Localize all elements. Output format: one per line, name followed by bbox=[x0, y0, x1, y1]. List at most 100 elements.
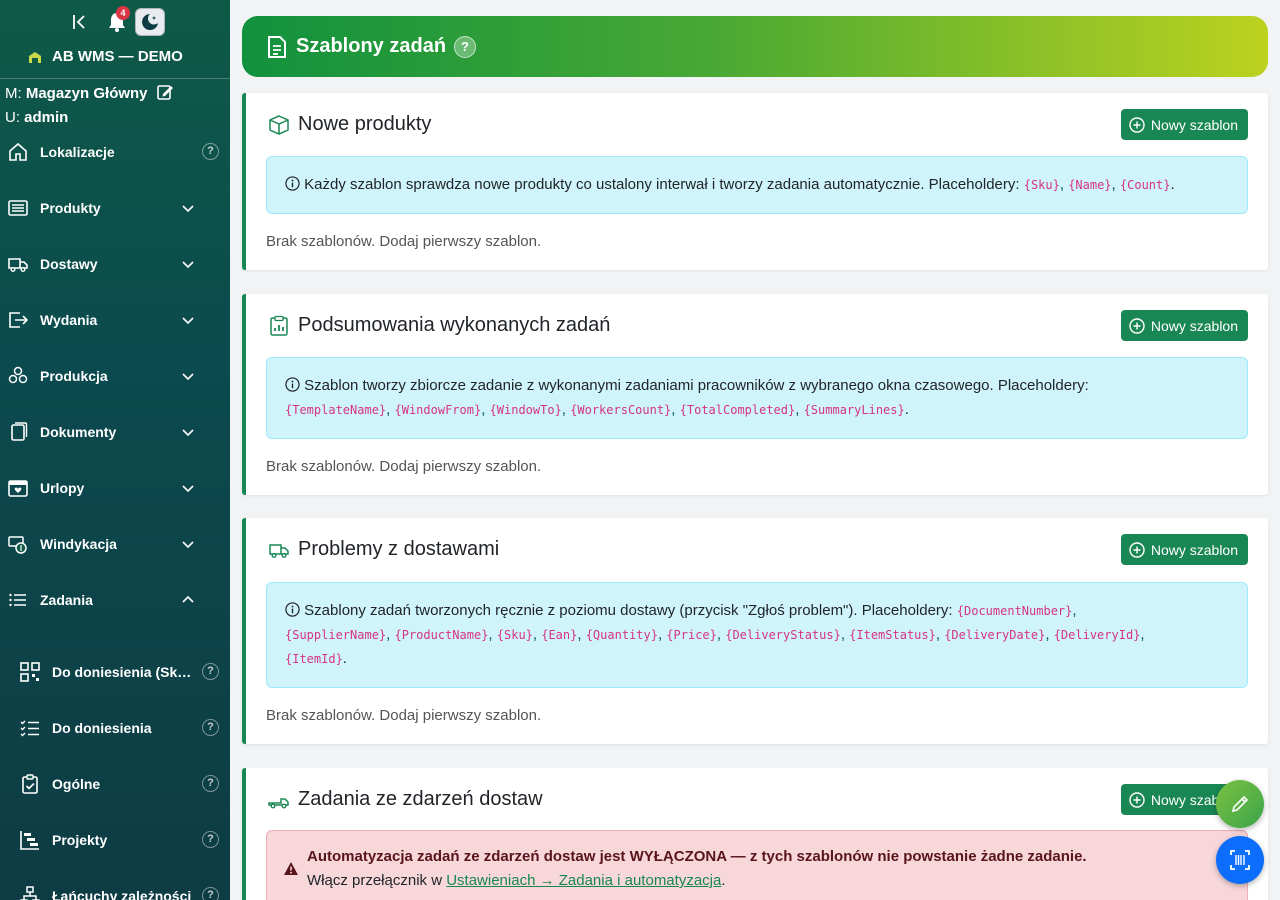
truck-flatbed-icon bbox=[268, 797, 289, 808]
alert-suffix: . bbox=[721, 872, 726, 889]
sidebar-item-label: Urlopy bbox=[40, 480, 85, 496]
help-icon[interactable]: ? bbox=[202, 775, 219, 792]
placeholder-code: {WindowFrom} bbox=[394, 403, 482, 417]
info-alert: Szablony zadań tworzonych ręcznie z pozi… bbox=[266, 582, 1248, 688]
card-problemy-z-dostawami: Problemy z dostawami Nowy szablon Szablo… bbox=[242, 518, 1268, 744]
new-template-button-label: Nowy szablon bbox=[1150, 317, 1238, 334]
settings-link[interactable]: Ustawieniach → Zadania i automatyzacja bbox=[446, 872, 721, 889]
new-template-button[interactable]: Nowy szablon bbox=[1120, 534, 1248, 565]
card-title: Zadania ze zdarzeń dostaw bbox=[268, 788, 543, 811]
card-zadania-ze-zdarzen-dostaw: Zadania ze zdarzeń dostaw Nowy szablon A… bbox=[242, 768, 1268, 900]
cash-coin-icon bbox=[8, 536, 27, 554]
boxes-icon bbox=[8, 366, 28, 384]
empty-state-text: Brak szablonów. Dodaj pierwszy szablon. bbox=[266, 707, 542, 724]
sidebar-item-label: Produkty bbox=[40, 200, 101, 216]
plus-circle-icon bbox=[1129, 116, 1145, 133]
card-title: Nowe produkty bbox=[268, 113, 431, 136]
placeholder-code: {DeliveryId} bbox=[1053, 628, 1141, 642]
sidebar-item-windykacja[interactable]: Windykacja bbox=[0, 524, 230, 564]
placeholder-code: {ItemId} bbox=[285, 652, 343, 666]
placeholder-code: {Ean} bbox=[541, 628, 578, 642]
placeholder-code: {WindowTo} bbox=[489, 403, 562, 417]
bar-chart-steps-icon bbox=[20, 831, 39, 850]
chevron-down-icon bbox=[182, 373, 194, 381]
sidebar-item-label: Dostawy bbox=[40, 256, 98, 272]
qr-code-icon bbox=[20, 662, 40, 682]
pencil-icon bbox=[1231, 795, 1249, 813]
empty-state-text: Brak szablonów. Dodaj pierwszy szablon. bbox=[266, 458, 542, 475]
card-title: Problemy z dostawami bbox=[268, 538, 499, 561]
warning-triangle-icon bbox=[284, 862, 298, 875]
placeholder-code: {TemplateName} bbox=[285, 403, 387, 417]
card-title-text: Zadania ze zdarzeń dostaw bbox=[298, 788, 543, 810]
info-text: Szablon tworzy zbiorcze zadanie z wykona… bbox=[304, 377, 1089, 394]
help-icon[interactable]: ? bbox=[202, 831, 219, 848]
chevron-down-icon bbox=[182, 261, 194, 269]
theme-toggle-button[interactable] bbox=[135, 8, 165, 36]
sidebar-item-dokumenty[interactable]: Dokumenty bbox=[0, 412, 230, 452]
warehouse-prefix: M: bbox=[5, 85, 22, 102]
sidebar-item-produkty[interactable]: Produkty bbox=[0, 188, 230, 228]
sidebar-item-label: Do doniesienia (Sk… bbox=[52, 664, 192, 680]
help-icon[interactable]: ? bbox=[202, 719, 219, 736]
list-icon bbox=[8, 200, 28, 216]
placeholder-code: {SummaryLines} bbox=[803, 403, 905, 417]
sidebar-item-dostawy[interactable]: Dostawy bbox=[0, 244, 230, 284]
file-text-icon bbox=[268, 35, 286, 58]
chevron-down-icon bbox=[182, 541, 194, 549]
help-icon[interactable]: ? bbox=[454, 35, 477, 58]
sidebar-item-produkcja[interactable]: Produkcja bbox=[0, 356, 230, 396]
sidebar-item-label: Wydania bbox=[40, 312, 98, 328]
sidebar-header: 4 AB WMS — DEMO bbox=[0, 0, 230, 79]
info-circle-icon bbox=[285, 602, 300, 617]
card-title-text: Nowe produkty bbox=[298, 113, 432, 135]
sidebar-item-zadania[interactable]: Zadania bbox=[0, 580, 230, 620]
placeholder-code: {WorkersCount} bbox=[570, 403, 672, 417]
placeholder-code: {Name} bbox=[1068, 178, 1112, 192]
help-icon[interactable]: ? bbox=[202, 663, 219, 680]
sidebar-item-urlopy[interactable]: Urlopy bbox=[0, 468, 230, 508]
card-title-text: Problemy z dostawami bbox=[298, 538, 500, 560]
sidebar-subitem-lancuchy[interactable]: Łańcuchy zależności ? bbox=[0, 876, 230, 900]
placeholder-code: {Price} bbox=[666, 628, 717, 642]
sidebar-item-wydania[interactable]: Wydania bbox=[0, 300, 230, 340]
card-nowe-produkty: Nowe produkty Nowy szablon Każdy szablon… bbox=[242, 93, 1268, 270]
sidebar-item-lokalizacje[interactable]: Lokalizacje ? bbox=[0, 132, 230, 172]
help-icon[interactable]: ? bbox=[202, 143, 219, 160]
sidebar-subitem-do-doniesienia-skan[interactable]: Do doniesienia (Sk… ? bbox=[0, 652, 230, 692]
brand[interactable]: AB WMS — DEMO bbox=[28, 48, 183, 65]
card-title-text: Podsumowania wykonanych zadań bbox=[298, 314, 611, 336]
placeholder-code: {SupplierName} bbox=[285, 628, 387, 642]
edit-fab-button[interactable] bbox=[1216, 780, 1264, 828]
new-template-button-label: Nowy szablon bbox=[1150, 116, 1238, 133]
diagram-icon bbox=[20, 886, 40, 900]
plus-circle-icon bbox=[1129, 541, 1145, 558]
brand-name: AB WMS — DEMO bbox=[52, 48, 183, 65]
new-template-button[interactable]: Nowy szablon bbox=[1120, 109, 1248, 140]
collapse-sidebar-icon[interactable] bbox=[70, 11, 90, 33]
sidebar-item-label: Ogólne bbox=[52, 776, 101, 792]
sidebar-subitem-do-doniesienia[interactable]: Do doniesienia ? bbox=[0, 708, 230, 748]
scan-fab-button[interactable] bbox=[1216, 836, 1264, 884]
box-icon bbox=[269, 114, 289, 135]
placeholder-code: {TotalCompleted} bbox=[679, 403, 796, 417]
sidebar-subitem-ogolne[interactable]: Ogólne ? bbox=[0, 764, 230, 804]
upc-scan-icon bbox=[1230, 850, 1250, 870]
truck-icon bbox=[269, 543, 289, 558]
help-icon[interactable]: ? bbox=[202, 887, 219, 900]
moon-stars-icon bbox=[142, 14, 158, 30]
checklist-icon bbox=[20, 720, 39, 737]
user-name: admin bbox=[24, 109, 69, 126]
placeholder-code: {DocumentNumber} bbox=[956, 604, 1073, 618]
info-alert: Szablon tworzy zbiorcze zadanie z wykona… bbox=[266, 357, 1248, 439]
edit-warehouse-icon[interactable] bbox=[156, 83, 174, 101]
chevron-down-icon bbox=[182, 317, 194, 325]
new-template-button-label: Nowy szablon bbox=[1150, 541, 1238, 558]
new-template-button[interactable]: Nowy szablon bbox=[1120, 310, 1248, 341]
plus-circle-icon bbox=[1129, 791, 1145, 808]
info-alert: Każdy szablon sprawdza nowe produkty co … bbox=[266, 156, 1248, 214]
placeholder-code: {Quantity} bbox=[585, 628, 658, 642]
empty-state-text: Brak szablonów. Dodaj pierwszy szablon. bbox=[266, 233, 542, 250]
calendar-heart-icon bbox=[8, 480, 28, 497]
sidebar-subitem-projekty[interactable]: Projekty ? bbox=[0, 820, 230, 860]
